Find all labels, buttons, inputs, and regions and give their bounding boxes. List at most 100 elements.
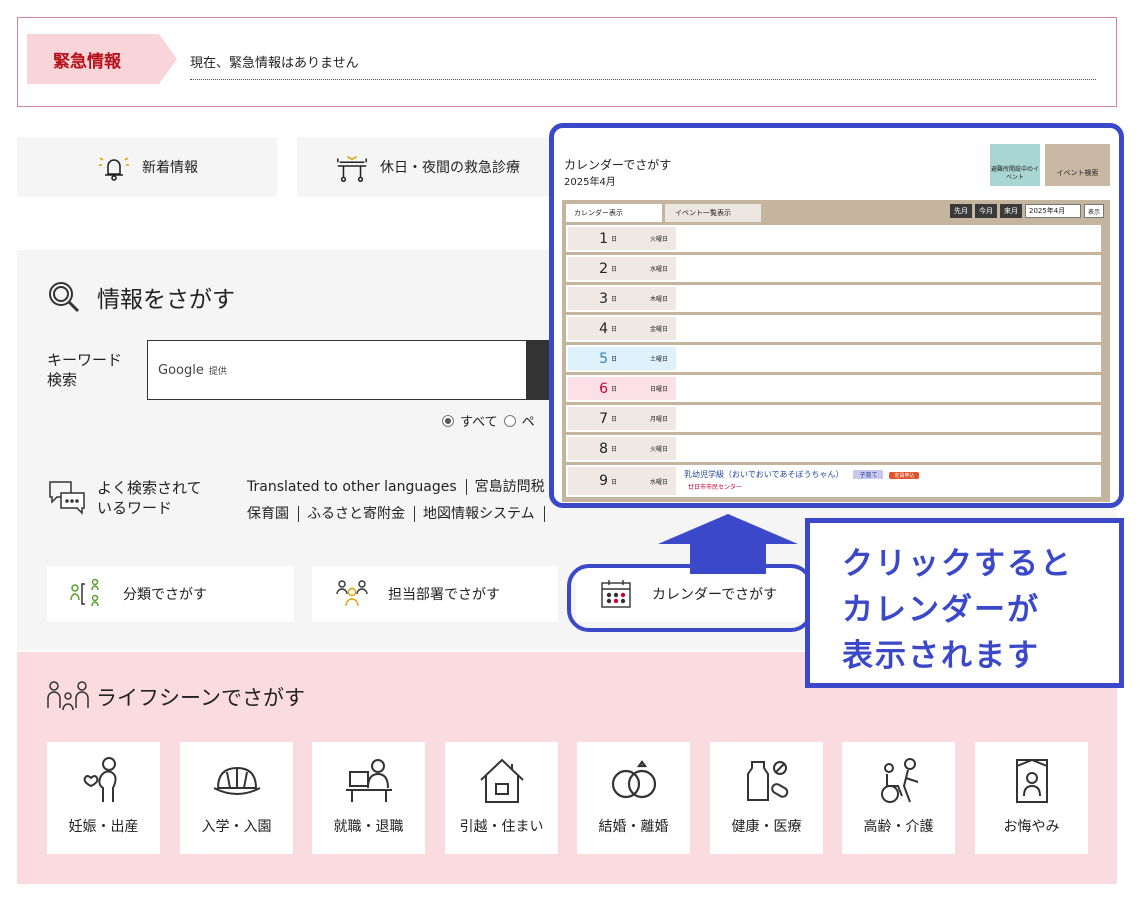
- day-unit: 日: [611, 266, 618, 273]
- google-sub-label: 提供: [208, 366, 227, 377]
- radio-page[interactable]: [503, 414, 516, 427]
- day-number: 2: [599, 260, 608, 277]
- life-tile-employment[interactable]: 就職・退職: [312, 742, 425, 854]
- popular-word-link[interactable]: 宮島訪問税: [474, 479, 555, 495]
- calendar-frame: カレンダー表示 イベント一覧表示 先月 今月 来月 2025年4月 表示 1日火…: [562, 200, 1110, 502]
- popular-label-line2: いるワード: [97, 499, 173, 517]
- weekday: 火曜日: [650, 446, 669, 453]
- this-month-button[interactable]: 今月: [974, 204, 997, 218]
- calendar-day-cell: 6 日 日曜日: [568, 377, 676, 400]
- life-tile-pregnancy[interactable]: 妊娠・出産: [47, 742, 160, 854]
- evacuation-event-button[interactable]: 避難所開設中のイベント: [990, 144, 1040, 186]
- calendar-title: カレンダーでさがす: [564, 158, 672, 172]
- event-place: 廿日市市民センター: [688, 484, 743, 491]
- popular-word-link[interactable]: 地図情報システム: [423, 506, 545, 522]
- house-icon: [477, 756, 527, 806]
- memorial-portrait-icon: [1007, 756, 1057, 806]
- weekday: 木曜日: [650, 296, 669, 303]
- calendar-day-row[interactable]: 6 日 日曜日: [566, 375, 1101, 402]
- google-label: Google: [158, 362, 204, 378]
- life-tile-elderly[interactable]: 高齢・介護: [842, 742, 955, 854]
- life-tile-condolence[interactable]: お悔やみ: [975, 742, 1088, 854]
- instruction-callout: クリックすると カレンダーが 表示されます: [805, 518, 1124, 688]
- event-search-button[interactable]: イベント検索: [1045, 144, 1110, 186]
- popular-word-link[interactable]: ふるさと寄附金: [307, 506, 415, 522]
- radio-page-label: ペ: [521, 415, 535, 430]
- keyword-label-line1: キーワード: [47, 351, 123, 369]
- day-unit: 日: [611, 236, 618, 243]
- chat-bubbles-icon: [47, 479, 87, 515]
- day-number: 8: [599, 440, 608, 457]
- life-tile-health[interactable]: 健康・医療: [710, 742, 823, 854]
- search-by-classification-button[interactable]: 分類でさがす: [47, 566, 294, 622]
- event-title[interactable]: 乳幼児学級（おいでおいであそぼうちゃん）: [684, 470, 843, 479]
- search-by-department-button[interactable]: 担当部署でさがす: [312, 566, 558, 622]
- news-label: 新着情報: [142, 160, 198, 176]
- day-unit: 日: [611, 446, 618, 453]
- tab-event-list[interactable]: イベント一覧表示: [665, 204, 761, 222]
- wheelchair-care-icon: [874, 756, 924, 806]
- life-tile-label: 引越・住まい: [459, 819, 544, 835]
- weekday: 金曜日: [650, 326, 669, 333]
- search-scope: すべて ペ: [442, 411, 535, 430]
- emergency-message: 現在、緊急情報はありません: [190, 50, 1096, 80]
- day-number: 1: [599, 230, 608, 247]
- search-title: 情報をさがす: [97, 287, 235, 313]
- tab-calendar-view[interactable]: カレンダー表示: [566, 204, 662, 222]
- day-number: 5: [599, 350, 608, 367]
- medicine-icon: [742, 756, 792, 806]
- day-unit: 日: [611, 356, 618, 363]
- keyword-search-input[interactable]: Google 提供: [147, 340, 527, 400]
- news-button[interactable]: 新着情報: [17, 137, 277, 197]
- life-tile-label: 健康・医療: [731, 819, 802, 835]
- calendar-day-row[interactable]: 8 日 火曜日: [566, 435, 1101, 462]
- popular-word-link[interactable]: Translated to other languages: [247, 479, 467, 495]
- event-tag: 定員申込: [889, 472, 920, 479]
- month-select[interactable]: 2025年4月: [1024, 204, 1081, 218]
- calendar-day-row[interactable]: 7 日 月曜日: [566, 405, 1101, 432]
- radio-all[interactable]: [442, 414, 454, 427]
- calendar-day-row[interactable]: 1 日 火曜日: [566, 225, 1101, 252]
- family-icon: [46, 680, 90, 714]
- emergency-medical-button[interactable]: 休日・夜間の救急診療: [297, 137, 557, 197]
- calendar-day-cell: 1 日 火曜日: [568, 227, 676, 250]
- show-button[interactable]: 表示: [1083, 204, 1104, 218]
- weekday: 土曜日: [650, 356, 669, 363]
- calendar-day-row[interactable]: 3 日 木曜日: [566, 285, 1101, 312]
- search-heading: 情報をさがす: [47, 280, 235, 314]
- calendar-nav: 先月 今月 来月 2025年4月 表示: [949, 204, 1104, 218]
- weekday: 水曜日: [650, 478, 669, 486]
- calendar-button-highlight: [567, 564, 813, 632]
- calendar-day-row[interactable]: 4 日 金曜日: [566, 315, 1101, 342]
- emergency-label: 緊急情報: [27, 34, 177, 84]
- life-tile-label: 入学・入園: [201, 819, 272, 835]
- popular-word-link[interactable]: 保育園: [247, 506, 299, 522]
- life-tile-label: 高齢・介護: [863, 819, 934, 835]
- event-entry[interactable]: 乳幼児学級（おいでおいであそぼうちゃん） 子育て 定員申込: [684, 469, 920, 480]
- life-tile-marriage[interactable]: 結婚・離婚: [577, 742, 690, 854]
- life-tile-moving[interactable]: 引越・住まい: [445, 742, 558, 854]
- calendar-day-row[interactable]: 5 日 土曜日: [566, 345, 1101, 372]
- life-tile-label: 就職・退職: [333, 819, 404, 835]
- rings-icon: [609, 756, 659, 806]
- life-tile-label: 結婚・離婚: [598, 819, 669, 835]
- classification-icon: [69, 576, 105, 612]
- calendar-day-row[interactable]: 2 日 水曜日: [566, 255, 1101, 282]
- weekday: 月曜日: [650, 416, 669, 423]
- stretcher-icon: [334, 149, 370, 185]
- next-month-button[interactable]: 来月: [999, 204, 1022, 218]
- calendar-day-cell: 9 日 水曜日: [568, 467, 676, 495]
- life-scene-title: ライフシーンでさがす: [96, 686, 305, 710]
- keyword-label: キーワード 検索: [47, 350, 122, 390]
- magnifier-icon: [47, 280, 81, 314]
- day-number: 9: [599, 473, 608, 489]
- calendar-day-row[interactable]: 9 日 水曜日 乳幼児学級（おいでおいであそぼうちゃん） 子育て 定員申込廿日市市民センタ…: [566, 465, 1101, 497]
- callout-line2: カレンダーが: [842, 592, 1040, 628]
- calendar-day-cell: 8 日 火曜日: [568, 437, 676, 460]
- callout-line3: 表示されます: [842, 638, 1040, 674]
- day-unit: 日: [611, 326, 618, 333]
- event-category-badge: 子育て: [853, 470, 884, 479]
- day-unit: 日: [611, 386, 618, 393]
- prev-month-button[interactable]: 先月: [949, 204, 972, 218]
- life-tile-school[interactable]: 入学・入園: [180, 742, 293, 854]
